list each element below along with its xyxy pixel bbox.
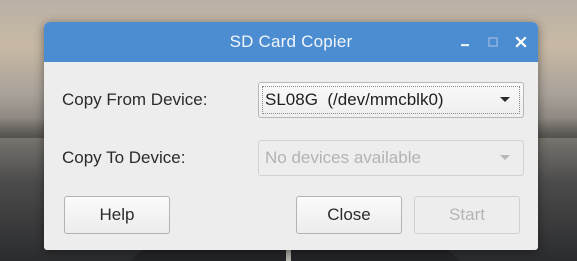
window-controls <box>456 22 530 62</box>
copy-from-label: Copy From Device: <box>62 90 208 109</box>
chevron-down-icon <box>495 148 515 168</box>
copy-from-device-value: SL08G (/dev/mmcblk0) <box>265 90 444 109</box>
copy-to-device-select[interactable]: No devices available <box>258 140 524 176</box>
dialog-content: Copy From Device: SL08G (/dev/mmcblk0) C… <box>44 62 538 250</box>
maximize-icon[interactable] <box>484 33 502 51</box>
copy-to-label: Copy To Device: <box>62 148 186 167</box>
copy-to-device-value: No devices available <box>265 148 421 167</box>
start-button[interactable]: Start <box>414 196 520 234</box>
window-title: SD Card Copier <box>229 32 353 51</box>
help-button[interactable]: Help <box>64 196 170 234</box>
minimize-icon[interactable] <box>456 33 474 51</box>
close-icon[interactable] <box>512 33 530 51</box>
sd-card-copier-dialog: SD Card Copier Copy From Device: SL08G (… <box>44 22 538 250</box>
copy-from-device-select[interactable]: SL08G (/dev/mmcblk0) <box>258 82 524 118</box>
close-button[interactable]: Close <box>296 196 402 234</box>
title-bar[interactable]: SD Card Copier <box>44 22 538 62</box>
chevron-down-icon <box>495 90 515 110</box>
